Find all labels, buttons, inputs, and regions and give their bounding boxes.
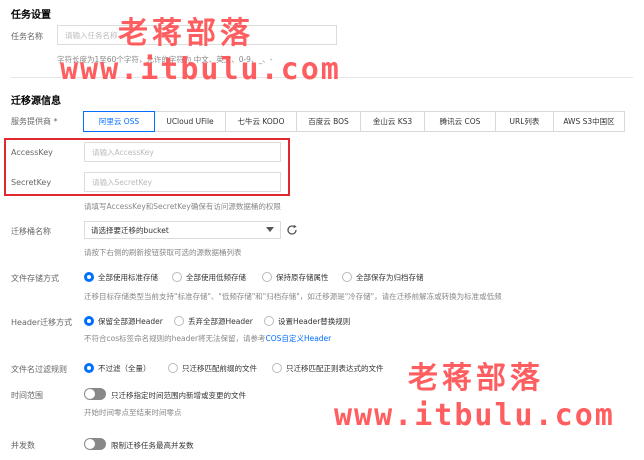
bucket-select[interactable]: 请选择要迁移的bucket	[84, 221, 281, 239]
header-radio-group: 保留全部源Header 丢弃全部源Header 设置Header替换规则	[84, 314, 350, 328]
storage-option-keep[interactable]: 保持原存储属性	[262, 272, 342, 283]
radio-checked-icon	[84, 363, 94, 373]
secretkey-label: SecretKey	[11, 178, 52, 187]
header-label: Header迁移方式	[11, 318, 73, 327]
storage-option-label: 全部保存为归档存储	[356, 272, 424, 282]
header-hint-text: 不符合cos标签命名规则的header将无法保留，请参考	[84, 334, 266, 343]
storage-hint: 迁移目标存储类型当前支持"标准存储"、"低频存储"和"归档存储"，如迁移源是"冷…	[84, 292, 502, 301]
radio-checked-icon	[84, 316, 94, 326]
task-settings-title: 任务设置	[11, 10, 51, 21]
bucket-label: 迁移桶名称	[11, 227, 51, 236]
concurrency-label: 并发数	[11, 441, 35, 450]
storage-option-label: 全部使用标准存储	[98, 272, 158, 282]
tab-aws-s3-cn[interactable]: AWS S3中国区	[553, 111, 625, 132]
watermark-url: www.itbulu.com	[334, 398, 615, 433]
radio-icon	[264, 316, 274, 326]
tab-kingsoft-ks3[interactable]: 金山云 KS3	[360, 111, 425, 132]
header-option-keep-all[interactable]: 保留全部源Header	[84, 316, 174, 327]
accesskey-label: AccessKey	[11, 148, 53, 157]
header-option-label: 保留全部源Header	[98, 316, 163, 326]
header-option-label: 设置Header替换规则	[278, 316, 351, 326]
concurrency-toggle[interactable]	[84, 438, 106, 450]
time-label: 时间范围	[11, 391, 43, 400]
cos-custom-header-link[interactable]: COS自定义Header	[266, 334, 332, 343]
header-option-label: 丢弃全部源Header	[188, 316, 253, 326]
filter-label: 文件名过滤规则	[11, 365, 67, 374]
accesskey-input[interactable]: 请输入AccessKey	[84, 142, 281, 162]
tab-url-list[interactable]: URL列表	[495, 111, 554, 132]
storage-option-label: 全部使用低频存储	[186, 272, 246, 282]
task-name-label: 任务名称	[11, 32, 43, 41]
storage-option-label: 保持原存储属性	[276, 272, 329, 282]
radio-icon	[174, 316, 184, 326]
watermark-brand: 老蒋部落	[408, 361, 544, 396]
time-hint: 开始时间零点至结束时间零点	[84, 408, 182, 417]
tab-qiniu-kodo[interactable]: 七牛云 KODO	[225, 111, 297, 132]
storage-option-standard[interactable]: 全部使用标准存储	[84, 272, 172, 283]
bucket-hint: 请按下右侧的刷新按钮获取可选的源数据桶列表	[84, 248, 242, 257]
filter-option-none[interactable]: 不过滤（全量）	[84, 363, 168, 374]
tab-baidu-bos[interactable]: 百度云 BOS	[296, 111, 361, 132]
header-option-discard-all[interactable]: 丢弃全部源Header	[174, 316, 264, 327]
tab-aliyun-oss[interactable]: 阿里云 OSS	[83, 111, 155, 132]
concurrency-toggle-text: 限制迁移任务最高并发数	[111, 441, 194, 450]
secretkey-input[interactable]: 请输入SecretKey	[84, 172, 281, 192]
filter-option-label: 不过滤（全量）	[98, 363, 151, 373]
filter-option-label: 只迁移匹配前缀的文件	[182, 363, 257, 373]
filter-option-label: 只迁移匹配正则表达式的文件	[286, 363, 384, 373]
time-toggle-text: 只迁移指定时间范围内新增或变更的文件	[111, 391, 246, 400]
time-range-toggle[interactable]	[84, 388, 106, 400]
tab-ucloud-ufile[interactable]: UCloud UFile	[154, 111, 226, 132]
provider-tabs: 阿里云 OSS UCloud UFile 七牛云 KODO 百度云 BOS 金山…	[83, 111, 625, 132]
radio-icon	[168, 363, 178, 373]
radio-checked-icon	[84, 272, 94, 282]
watermark-brand: 老蒋部落	[118, 16, 254, 51]
chevron-down-icon	[266, 226, 274, 235]
refresh-icon[interactable]	[286, 224, 298, 236]
storage-label: 文件存储方式	[11, 274, 59, 283]
radio-icon	[342, 272, 352, 282]
storage-option-infrequent[interactable]: 全部使用低频存储	[172, 272, 262, 283]
filter-option-prefix[interactable]: 只迁移匹配前缀的文件	[168, 363, 272, 374]
radio-icon	[262, 272, 272, 282]
watermark-url: www.itbulu.com	[60, 52, 341, 87]
header-hint: 不符合cos标签命名规则的header将无法保留，请参考COS自定义Header	[84, 333, 331, 344]
provider-label: 服务提供商 *	[11, 117, 58, 126]
header-option-rules[interactable]: 设置Header替换规则	[264, 316, 350, 327]
source-info-title: 迁移源信息	[11, 96, 61, 107]
storage-radio-group: 全部使用标准存储 全部使用低频存储 保持原存储属性 全部保存为归档存储	[84, 270, 424, 284]
bucket-select-value: 请选择要迁移的bucket	[91, 225, 169, 235]
storage-option-archive[interactable]: 全部保存为归档存储	[342, 272, 424, 283]
tab-tencent-cos[interactable]: 腾讯云 COS	[424, 111, 496, 132]
radio-icon	[172, 272, 182, 282]
key-hint: 请填写AccessKey和SecretKey确保有访问源数据桶的权限	[84, 202, 281, 211]
radio-icon	[272, 363, 282, 373]
filter-option-regex[interactable]: 只迁移匹配正则表达式的文件	[272, 363, 384, 374]
toggle-knob	[85, 389, 95, 399]
filter-radio-group: 不过滤（全量） 只迁移匹配前缀的文件 只迁移匹配正则表达式的文件	[84, 361, 384, 375]
toggle-knob	[85, 439, 95, 449]
